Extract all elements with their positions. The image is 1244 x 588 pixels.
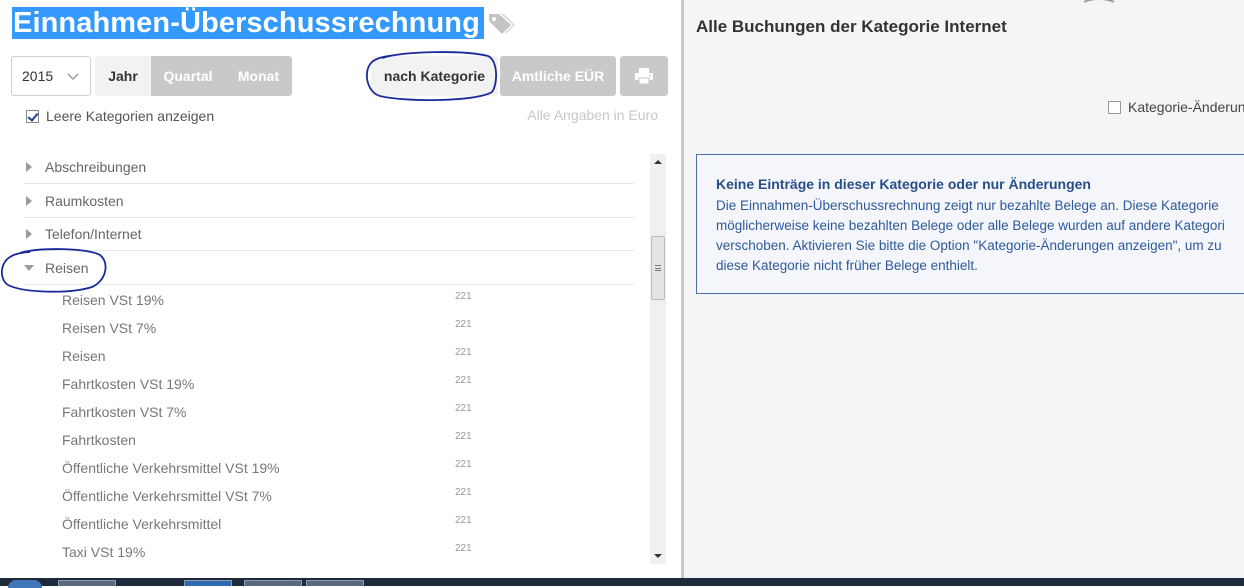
subcategory-label: Reisen bbox=[62, 348, 106, 364]
grip-icon bbox=[655, 265, 661, 271]
euer-panel: Einnahmen-Überschussrechnung 2015 Jahr Q… bbox=[0, 0, 681, 578]
period-tab-jahr[interactable]: Jahr bbox=[95, 56, 151, 96]
show-changes-label: Kategorie-Änderun bbox=[1128, 99, 1244, 115]
year-select[interactable]: 2015 bbox=[11, 56, 91, 96]
year-value: 2015 bbox=[22, 68, 54, 84]
account-number: 221 bbox=[455, 459, 472, 470]
category-list: Abschreibungen Raumkosten Telefon/Intern… bbox=[0, 150, 681, 565]
subcategory-label: Fahrtkosten bbox=[62, 432, 136, 448]
show-changes-checkbox[interactable] bbox=[1108, 100, 1121, 114]
decorative-arc bbox=[1084, 0, 1114, 3]
subcategory-label: Taxi VSt 19% bbox=[62, 544, 146, 560]
taskbar-item[interactable] bbox=[306, 580, 364, 586]
taskbar-item[interactable] bbox=[58, 580, 116, 586]
show-empty-label: Leere Kategorien anzeigen bbox=[46, 108, 215, 124]
category-row-abschreibungen[interactable]: Abschreibungen bbox=[24, 150, 634, 184]
subcategory-label: Reisen VSt 19% bbox=[62, 292, 164, 308]
category-row-raumkosten[interactable]: Raumkosten bbox=[24, 184, 634, 218]
taskbar-item[interactable] bbox=[184, 580, 232, 586]
expand-arrow-icon bbox=[26, 195, 32, 206]
subcategory-row[interactable]: Taxi VSt 19% 221 bbox=[62, 538, 482, 565]
scroll-thumb[interactable] bbox=[651, 236, 665, 300]
info-text: Die Einnahmen-Überschussrechnung zeigt n… bbox=[716, 196, 1244, 276]
show-changes-option[interactable]: Kategorie-Änderun bbox=[1108, 99, 1244, 115]
chevron-down-icon bbox=[67, 73, 79, 81]
category-label: Raumkosten bbox=[45, 192, 124, 209]
subcategory-row[interactable]: Öffentliche Verkehrsmittel 221 bbox=[62, 510, 482, 538]
taskbar-item[interactable] bbox=[244, 580, 302, 586]
category-row-reisen[interactable]: Reisen bbox=[24, 251, 634, 285]
os-taskbar bbox=[0, 578, 1244, 588]
bookings-panel: Alle Buchungen der Kategorie Internet Ka… bbox=[684, 0, 1244, 578]
print-icon bbox=[635, 68, 653, 85]
list-scrollbar[interactable] bbox=[650, 154, 666, 564]
annotation-circle-reisen bbox=[0, 248, 107, 293]
scroll-up-button[interactable] bbox=[650, 154, 666, 170]
subcategory-row[interactable]: Fahrtkosten VSt 19% 221 bbox=[62, 370, 482, 398]
subcategory-row[interactable]: Reisen VSt 7% 221 bbox=[62, 314, 482, 342]
account-number: 221 bbox=[455, 487, 472, 498]
expand-arrow-icon bbox=[26, 228, 32, 239]
bookings-title: Alle Buchungen der Kategorie Internet bbox=[696, 17, 1007, 36]
annotation-circle-kategorie bbox=[365, 51, 497, 101]
account-number: 221 bbox=[455, 543, 472, 554]
subcategory-row[interactable]: Öffentliche Verkehrsmittel VSt 7% 221 bbox=[62, 482, 482, 510]
period-tab-quartal[interactable]: Quartal bbox=[151, 56, 225, 96]
page-title: Einnahmen-Überschussrechnung bbox=[12, 7, 484, 39]
subcategory-label: Öffentliche Verkehrsmittel VSt 7% bbox=[62, 488, 272, 504]
subcategory-label: Reisen VSt 7% bbox=[62, 320, 157, 336]
toolbar: 2015 Jahr Quartal Monat nach Kategorie A… bbox=[11, 56, 668, 96]
scroll-down-button[interactable] bbox=[650, 548, 666, 564]
arrow-up-icon bbox=[654, 160, 662, 164]
subcategory-label: Fahrtkosten VSt 19% bbox=[62, 376, 195, 392]
category-row-telefon-internet[interactable]: Telefon/Internet bbox=[24, 217, 634, 251]
subcategory-row[interactable]: Reisen VSt 19% 221 bbox=[62, 286, 482, 314]
info-line: Die Einnahmen-Überschussrechnung zeigt n… bbox=[716, 198, 1219, 213]
currency-note: Alle Angaben in Euro bbox=[527, 107, 658, 123]
period-tab-monat[interactable]: Monat bbox=[225, 56, 292, 96]
info-line: verschoben. Aktivieren Sie bitte die Opt… bbox=[716, 238, 1222, 253]
subcategory-label: Öffentliche Verkehrsmittel bbox=[62, 516, 222, 532]
info-title: Keine Einträge in dieser Kategorie oder … bbox=[716, 176, 1091, 192]
print-button[interactable] bbox=[620, 56, 668, 96]
info-box: Keine Einträge in dieser Kategorie oder … bbox=[696, 154, 1244, 294]
show-empty-checkbox[interactable] bbox=[26, 109, 39, 123]
tag-icon[interactable] bbox=[486, 10, 516, 36]
start-button[interactable] bbox=[8, 580, 42, 588]
subcategory-row[interactable]: Reisen 221 bbox=[62, 342, 482, 370]
category-label: Telefon/Internet bbox=[45, 225, 142, 242]
account-number: 221 bbox=[455, 291, 472, 302]
subcategory-row[interactable]: Fahrtkosten VSt 7% 221 bbox=[62, 398, 482, 426]
account-number: 221 bbox=[455, 403, 472, 414]
account-number: 221 bbox=[455, 515, 472, 526]
subcategory-row[interactable]: Fahrtkosten 221 bbox=[62, 426, 482, 454]
show-empty-option[interactable]: Leere Kategorien anzeigen bbox=[26, 108, 214, 124]
info-line: diese Kategorie nicht früher Belege enth… bbox=[716, 258, 978, 273]
official-euer-button[interactable]: Amtliche EÜR bbox=[500, 56, 616, 96]
expand-arrow-icon bbox=[26, 161, 32, 172]
category-label: Abschreibungen bbox=[45, 158, 147, 175]
subcategory-row[interactable]: Öffentliche Verkehrsmittel VSt 19% 221 bbox=[62, 454, 482, 482]
account-number: 221 bbox=[455, 347, 472, 358]
account-number: 221 bbox=[455, 375, 472, 386]
page-title-wrap: Einnahmen-Überschussrechnung bbox=[12, 6, 516, 40]
arrow-down-icon bbox=[654, 554, 662, 558]
account-number: 221 bbox=[455, 431, 472, 442]
info-line: möglicherweise keine bezahlten Belege od… bbox=[716, 218, 1225, 233]
account-number: 221 bbox=[455, 319, 472, 330]
subcategory-label: Öffentliche Verkehrsmittel VSt 19% bbox=[62, 460, 280, 476]
subcategory-label: Fahrtkosten VSt 7% bbox=[62, 404, 187, 420]
